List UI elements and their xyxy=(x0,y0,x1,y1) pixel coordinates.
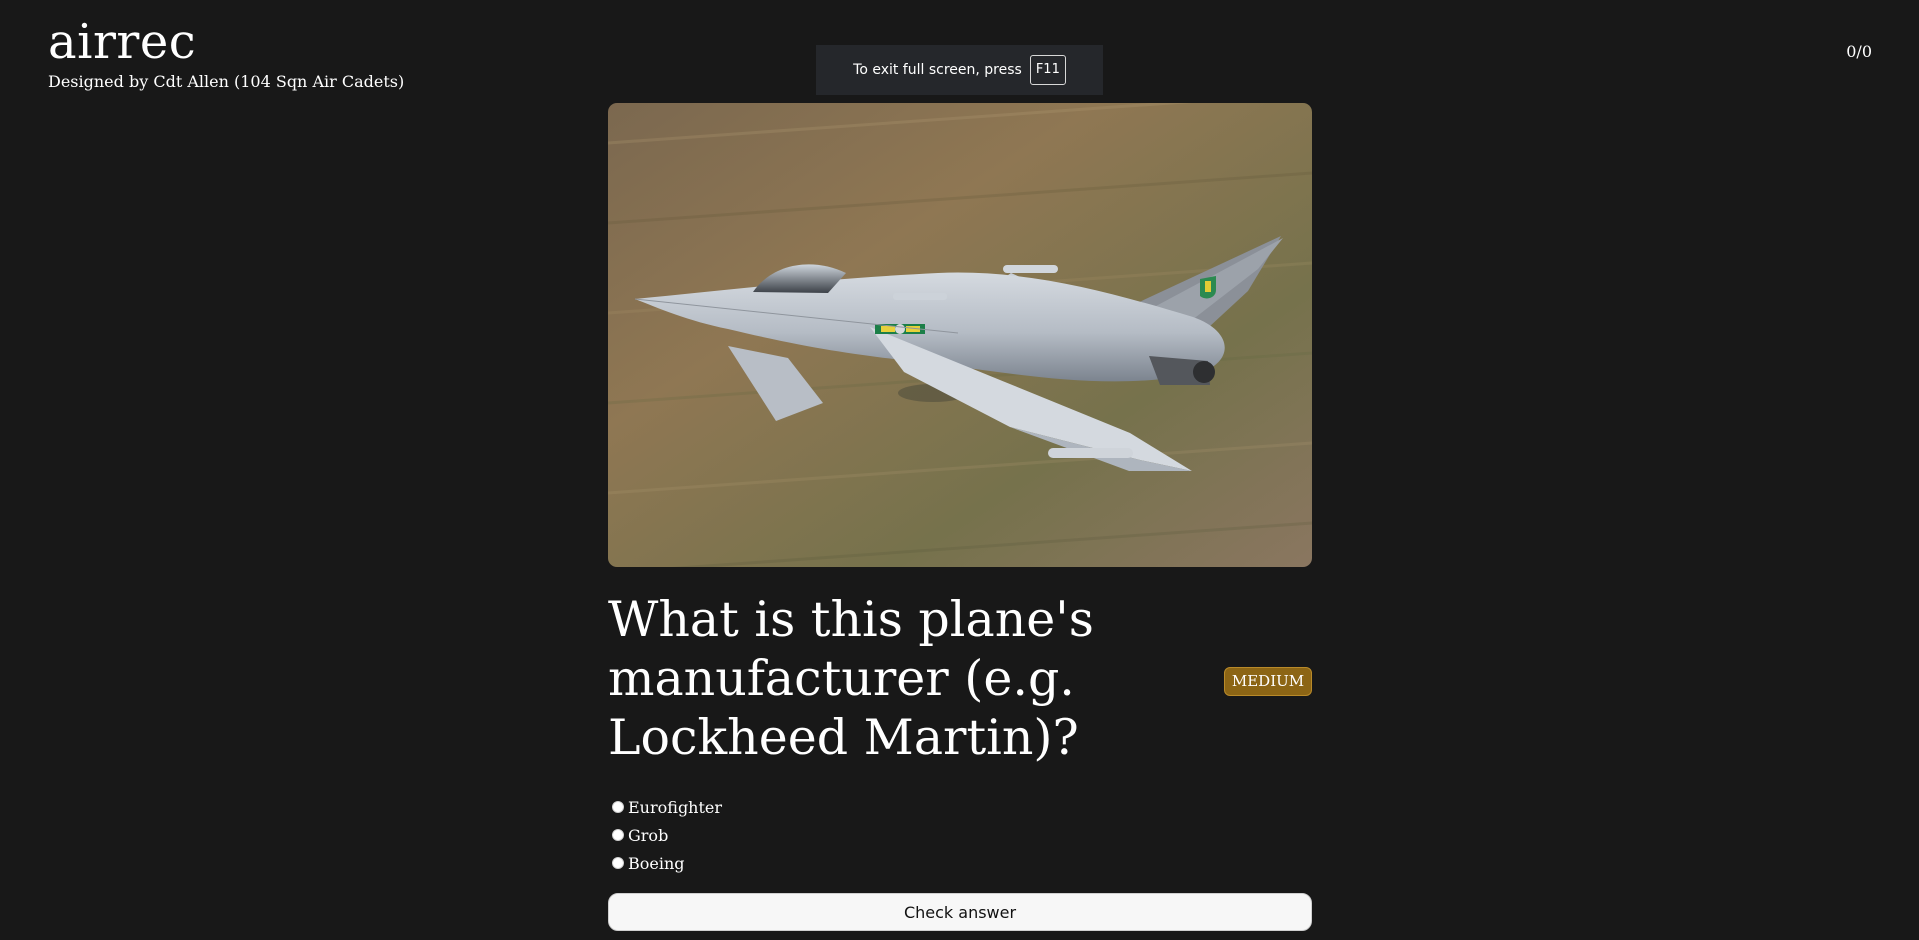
answer-option-grob[interactable]: Grob xyxy=(612,821,722,849)
answer-option-label: Eurofighter xyxy=(628,797,723,817)
question-text: What is this plane's manufacturer (e.g. … xyxy=(608,591,1094,766)
plane-photo xyxy=(608,103,1312,567)
answer-option-eurofighter[interactable]: Eurofighter xyxy=(612,793,722,821)
difficulty-badge: MEDIUM xyxy=(1224,667,1312,696)
radio-icon[interactable] xyxy=(612,801,624,813)
radio-icon[interactable] xyxy=(612,829,624,841)
fullscreen-exit-toast: To exit full screen, press F11 xyxy=(816,45,1103,95)
answer-options: Eurofighter Grob Boeing xyxy=(612,793,722,877)
answer-option-label: Grob xyxy=(628,825,669,845)
answer-option-label: Boeing xyxy=(628,853,685,873)
designer-credit: Designed by Cdt Allen (104 Sqn Air Cadet… xyxy=(48,72,405,91)
score-counter: 0/0 xyxy=(1846,42,1872,61)
check-answer-button[interactable]: Check answer xyxy=(608,893,1312,931)
f11-key-hint: F11 xyxy=(1029,55,1066,85)
toast-message: To exit full screen, press xyxy=(853,62,1022,78)
radio-icon[interactable] xyxy=(612,857,624,869)
answer-option-boeing[interactable]: Boeing xyxy=(612,849,722,877)
app-title: airrec xyxy=(48,14,197,70)
